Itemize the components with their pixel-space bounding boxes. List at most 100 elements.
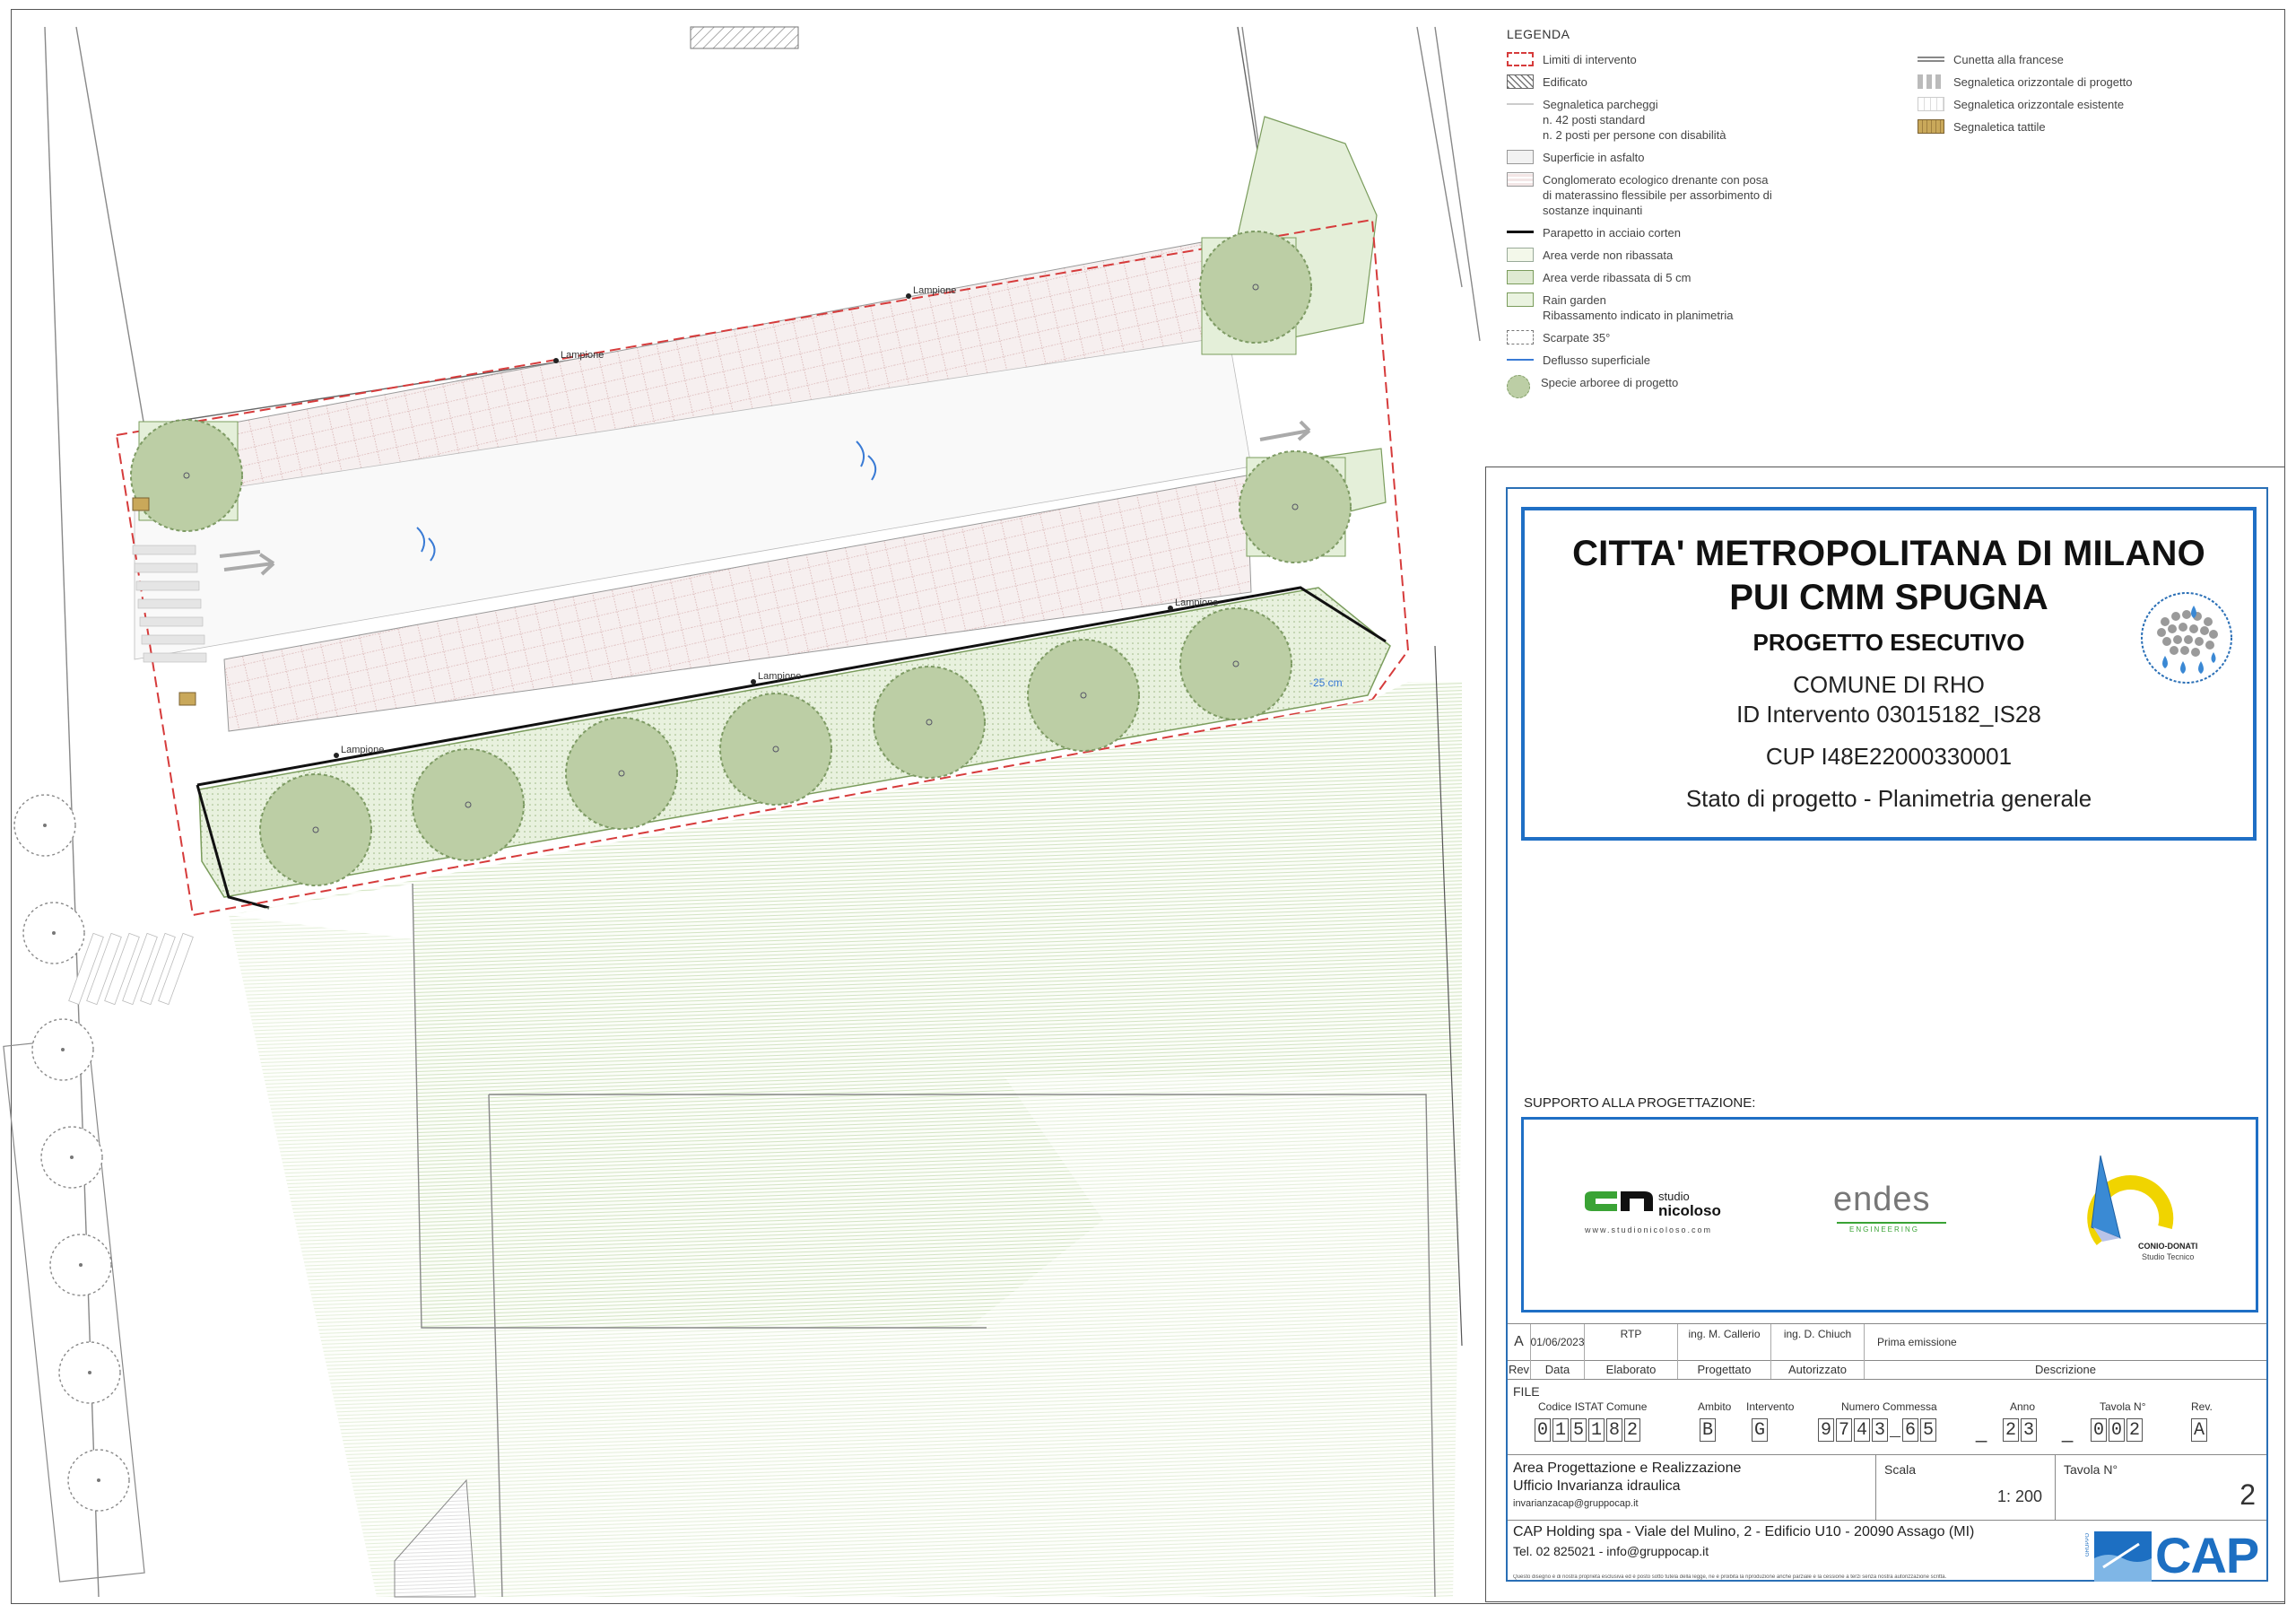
legend-label: Limiti di intervento [1543,53,1637,66]
hdr-data: Data [1531,1359,1585,1379]
code-digit-box: 5 [1920,1418,1936,1442]
ambito-code-boxes: B [1700,1418,1718,1445]
dashed-box-icon [1507,330,1534,344]
endes-logo: endes ENGINEERING [1833,1181,1968,1243]
elaborato-cell: RTP [1585,1324,1678,1360]
lamp-label: Lampione [341,745,384,755]
date-cell: 01/06/2023 [1530,1324,1585,1360]
blue-arrow-icon [1507,359,1534,361]
code-digit-box: 9 [1818,1418,1834,1442]
code-digit-box: B [1700,1418,1716,1442]
support-label: SUPPORTO ALLA PROGETTAZIONE: [1524,1095,1756,1111]
hdr-progettato: Progettato [1678,1359,1771,1379]
code-label-ambito: Ambito [1698,1400,1732,1413]
light-green-box-icon [1507,292,1534,307]
legend-label: Ribassamento indicato in planimetria [1543,309,1734,322]
description-cell: Prima emissione [1877,1336,1957,1348]
support-logos: studio nicoloso www.studionicoloso.com e… [1521,1117,2258,1312]
istat-code-boxes: 015182 [1535,1418,1642,1445]
autorizzato-cell: ing. D. Chiuch [1771,1324,1865,1360]
area-line1: Area Progettazione e Realizzazione [1513,1461,1742,1476]
legend: LEGENDA Limiti di intervento Edificato Seg… [1507,27,2278,398]
code-digit-box: 8 [1606,1418,1622,1442]
project-header: CITTA' METROPOLITANA DI MILANO PUI CMM S… [1521,507,2257,841]
legend-label: Segnaletica orizzontale esistente [1953,98,2125,111]
conio-text: CONIO-DONATI [2138,1242,2198,1251]
scala-value: 1: 200 [1996,1487,2042,1505]
legend-item: Conglomerato ecologico drenante con posa… [1507,172,1848,218]
red-dashed-box-icon [1507,52,1534,66]
lamp-label: Lampione [1175,597,1218,608]
company-row: CAP Holding spa - Viale del Mulino, 2 - … [1508,1519,2266,1600]
code-digit-box: 0 [2091,1418,2107,1442]
code-digit-box: 3 [2021,1418,2037,1442]
legend-label: Parapetto in acciaio corten [1543,226,1681,240]
rev-code-boxes: A [2191,1418,2209,1445]
grey-stripes-icon [1918,74,1944,89]
code-digit-box: 3 [1872,1418,1888,1442]
legend-item: Segnaletica tattile [1918,119,2258,135]
tavola-code-boxes: 002 [2091,1418,2144,1445]
conio-sub-text: Studio Tecnico [2142,1252,2195,1261]
legend-label: Cunetta alla francese [1953,53,2064,66]
cap-mark-icon [2094,1531,2152,1582]
legend-item: Deflusso superficiale [1507,353,1848,368]
legend-item: Rain garden Ribassamento indicato in plan… [1507,292,1848,323]
code-label-rev: Rev. [2191,1400,2213,1413]
legend-label: Superficie in asfalto [1543,151,1645,164]
nicoloso-name-text: nicoloso [1658,1202,1721,1219]
intervention-id: ID Intervento 03015182_IS28 [1736,701,2041,728]
title-block-frame: CITTA' METROPOLITANA DI MILANO PUI CMM S… [1506,487,2268,1583]
company-line: CAP Holding spa - Viale del Mulino, 2 - … [1513,1524,1975,1539]
tavola-value: 2 [2239,1478,2256,1511]
scala-label: Scala [1884,1462,1917,1477]
hdr-autorizzato: Autorizzato [1771,1359,1865,1379]
code-digit-box: 0 [2109,1418,2125,1442]
legend-item: Segnaletica orizzontale di progetto [1918,74,2258,90]
anno-code-boxes: 23 [2003,1418,2039,1445]
double-line-icon [1918,57,1944,62]
legend-label: Edificato [1543,75,1587,89]
legend-item: Area verde non ribassata [1507,248,1848,263]
legend-item: Edificato [1507,74,1848,90]
legend-label: Scarpate 35° [1543,331,1611,344]
commessa-code-boxes: 9 7 4 3 _ 6 5 [1818,1418,1938,1445]
nicoloso-logo: studio nicoloso www.studionicoloso.com [1585,1190,1746,1243]
tavola-label: Tavola N° [2064,1462,2118,1477]
hdr-descrizione: Descrizione [2035,1362,2096,1376]
thin-line-icon [1507,103,1534,105]
code-digit-box: 2 [1624,1418,1640,1442]
grey-box-icon [1507,150,1534,164]
file-label: FILE [1513,1384,1540,1399]
lamp-label: Lampione [561,350,604,361]
code-digit-box: 1 [1588,1418,1605,1442]
legend-label: sostanze inquinanti [1543,204,1643,217]
legend-label: Rain garden [1543,293,1606,307]
legend-label: n. 42 posti standard [1543,113,1646,126]
pale-green-box-icon [1507,248,1534,262]
cap-group-text: GRUPPO [2085,1533,2091,1557]
nicoloso-mark-icon [1585,1191,1653,1211]
tree-icon [1507,375,1530,398]
hdr-elaborato: Elaborato [1585,1359,1678,1379]
code-digit-box: 4 [1854,1418,1870,1442]
tactile-icon [1918,119,1944,134]
hdr-rev: Rev [1508,1359,1531,1379]
legend-label: Conglomerato ecologico drenante con posa [1543,173,1769,187]
lamp-label: Lampione [913,285,956,296]
code-digit-box: 2 [2126,1418,2143,1442]
conio-donati-logo: CONIO-DONATI Studio Tecnico [2066,1155,2201,1281]
legend-label: n. 2 posti per persone con disabilità [1543,128,1726,142]
legend-item: Specie arboree di progetto [1507,375,1848,398]
legend-item: Cunetta alla francese [1918,52,2258,67]
code-digit-box: 2 [2003,1418,2019,1442]
cup-code: CUP I48E22000330001 [1765,743,2013,770]
hatched-box-icon [1507,74,1534,89]
code-digit-box: A [2191,1418,2207,1442]
legend-item: Segnaletica parcheggi n. 42 posti standar… [1507,97,1848,143]
code-label-istat: Codice ISTAT Comune [1538,1400,1648,1413]
legend-item: Parapetto in acciaio corten [1507,225,1848,240]
depth-label: -25 cm [1309,676,1343,689]
legend-item: Superficie in asfalto [1507,150,1848,165]
code-digit-box: 6 [1902,1418,1918,1442]
